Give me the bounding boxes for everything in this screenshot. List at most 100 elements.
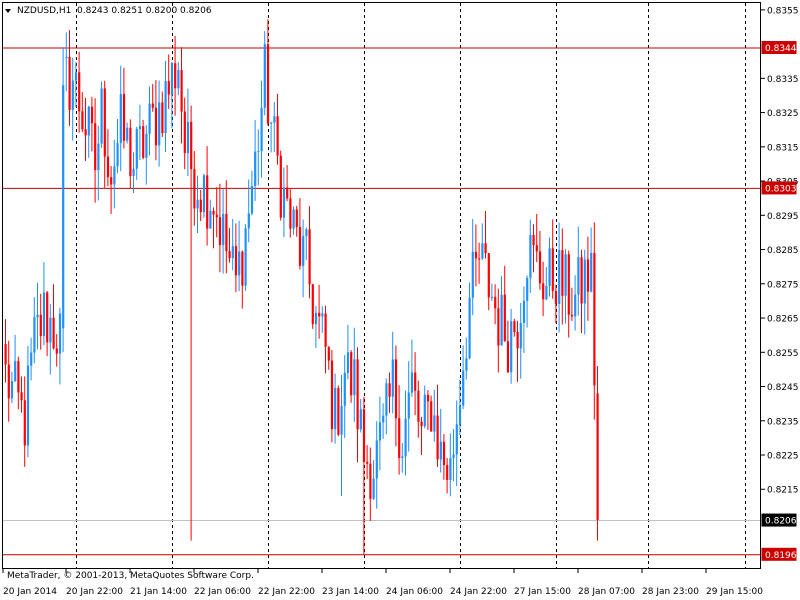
candle (391, 331, 394, 414)
candle-body (74, 72, 78, 81)
candle-body (442, 441, 446, 466)
candle (346, 324, 350, 380)
candle-body (590, 252, 593, 292)
candle (580, 249, 583, 333)
candle (426, 390, 430, 430)
candle (561, 228, 564, 325)
candle (468, 282, 471, 360)
candle-body (254, 151, 257, 186)
candle-body (289, 198, 292, 229)
candle-body (535, 245, 538, 252)
level-labels: 0.8344 0.8303 0.8196 0.8206 (761, 41, 797, 561)
candle (481, 223, 484, 260)
candle-body (164, 81, 167, 134)
candle-body (532, 234, 535, 246)
candle-body (506, 341, 510, 373)
candle (583, 249, 586, 335)
candle (273, 102, 276, 153)
candle (506, 320, 510, 374)
candle-body (570, 314, 574, 317)
candle (570, 287, 574, 321)
candle (234, 223, 238, 293)
level-price-tag-text: 0.8196 (765, 551, 797, 561)
candle-body (183, 111, 186, 153)
candle (366, 445, 369, 480)
time-tick-label: 27 Jan 15:00 (514, 587, 571, 597)
candle (103, 80, 106, 188)
candle (206, 146, 209, 246)
candle-body (241, 251, 244, 286)
candle-body (548, 248, 551, 286)
candle-body (426, 394, 430, 402)
candle (497, 288, 500, 373)
candle-body (366, 461, 369, 464)
candle-body (554, 290, 558, 305)
triangle-down-icon[interactable] (5, 9, 11, 13)
price-axis[interactable]: 0.83550.83350.83250.83150.83050.82950.82… (761, 6, 799, 496)
candle (65, 32, 68, 92)
candle-body (583, 259, 586, 304)
candle (442, 434, 446, 480)
candle (401, 443, 404, 473)
candle-body (574, 294, 577, 317)
candle-body (478, 258, 481, 260)
candle-body (180, 70, 183, 112)
candle-body (263, 44, 266, 108)
price-tick-label: 0.8335 (767, 75, 799, 85)
candle-body (158, 102, 161, 146)
candle-body (97, 143, 100, 171)
candle (478, 242, 481, 284)
candle-body (369, 463, 372, 499)
candle-body (154, 107, 158, 146)
candle-body (282, 187, 286, 218)
price-chart[interactable]: NZDUSD,H1 0.8243 0.8251 0.8200 0.8206 Me… (0, 0, 800, 600)
candle-body (490, 296, 494, 298)
candle (263, 31, 266, 116)
candle-body (510, 321, 513, 373)
price-tick-label: 0.8355 (767, 6, 799, 16)
candle-body (337, 388, 340, 435)
candle-body (167, 81, 170, 95)
price-tick-label: 0.8225 (767, 452, 799, 462)
candle-body (202, 175, 206, 213)
price-tick-label: 0.8275 (767, 280, 799, 290)
candle-body (250, 185, 254, 214)
candle-body (231, 246, 234, 259)
candle (372, 460, 375, 500)
candle-body (497, 308, 500, 346)
candle-body (132, 168, 135, 177)
candle (135, 126, 138, 180)
candle-body (580, 257, 583, 304)
candle (81, 92, 84, 133)
candle (577, 226, 580, 316)
candle-body (257, 151, 260, 153)
candle-body (452, 454, 455, 459)
candle (548, 237, 551, 297)
candle-body (145, 133, 148, 158)
candle (145, 125, 148, 185)
horizontal-levels[interactable] (3, 47, 760, 556)
candle-body (314, 312, 318, 325)
candle (417, 380, 420, 438)
candle-body (209, 210, 212, 229)
candle-body (414, 372, 417, 391)
candle (52, 284, 55, 350)
candle-body (500, 294, 503, 346)
candle-body (593, 252, 596, 386)
candle-body (503, 294, 506, 342)
candle-body (33, 317, 36, 353)
candle (279, 150, 282, 221)
candle-body (55, 348, 58, 354)
candle (522, 286, 526, 354)
candle (465, 337, 468, 380)
candle (36, 282, 39, 350)
candle (567, 250, 570, 338)
candle (14, 334, 17, 383)
candle-body (87, 106, 90, 136)
candle-body (126, 127, 129, 141)
candle-body (228, 251, 231, 259)
candle (180, 47, 183, 144)
candle-body (378, 422, 382, 441)
candle-body (359, 409, 362, 430)
candle-body (346, 352, 350, 373)
